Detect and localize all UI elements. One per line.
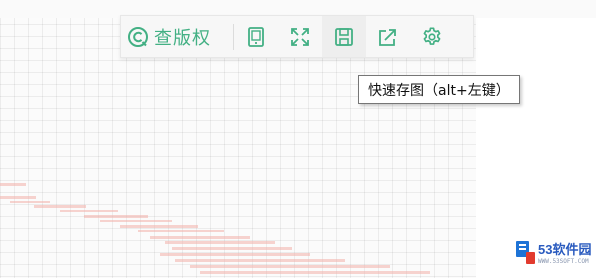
check-copyright-button[interactable]: 查版权 — [121, 16, 233, 57]
share-icon — [379, 28, 396, 46]
highlight-bar — [165, 241, 275, 244]
right-panel — [476, 0, 596, 278]
highlight-bar — [200, 271, 430, 274]
quick-save-tooltip: 快速存图（alt+左键） — [358, 75, 520, 104]
copyright-icon — [128, 26, 148, 47]
highlight-bar — [175, 259, 345, 262]
highlight-bar — [0, 183, 26, 186]
quick-save-button[interactable] — [322, 16, 366, 57]
highlight-bar — [10, 201, 50, 203]
highlight-bar — [0, 196, 36, 199]
watermark-name: 53软件园 — [538, 242, 592, 257]
highlight-bar — [100, 220, 172, 222]
highlight-bar — [150, 236, 250, 239]
highlight-bar — [84, 215, 148, 218]
highlight-bar — [138, 230, 224, 232]
fullscreen-icon — [291, 27, 309, 46]
53soft-logo-icon — [516, 241, 535, 264]
highlight-bar — [120, 225, 198, 228]
settings-icon — [423, 26, 441, 45]
highlight-bar — [34, 205, 86, 208]
highlight-bar — [172, 247, 292, 250]
check-copyright-label: 查版权 — [154, 27, 211, 49]
fullscreen-button[interactable] — [278, 16, 322, 57]
highlight-bar — [160, 253, 310, 256]
watermark-url: WWW.53SOFT.COM — [538, 258, 589, 265]
tablet-view-button[interactable] — [234, 16, 278, 57]
share-button[interactable] — [366, 16, 410, 57]
highlight-bar — [60, 210, 118, 212]
image-toolbar: 查版权 — [120, 15, 474, 58]
save-icon — [335, 27, 353, 46]
site-watermark: 53软件园 WWW.53SOFT.COM — [515, 238, 593, 270]
highlight-bar — [190, 265, 390, 268]
tablet-icon — [248, 26, 264, 47]
settings-button[interactable] — [410, 16, 454, 57]
